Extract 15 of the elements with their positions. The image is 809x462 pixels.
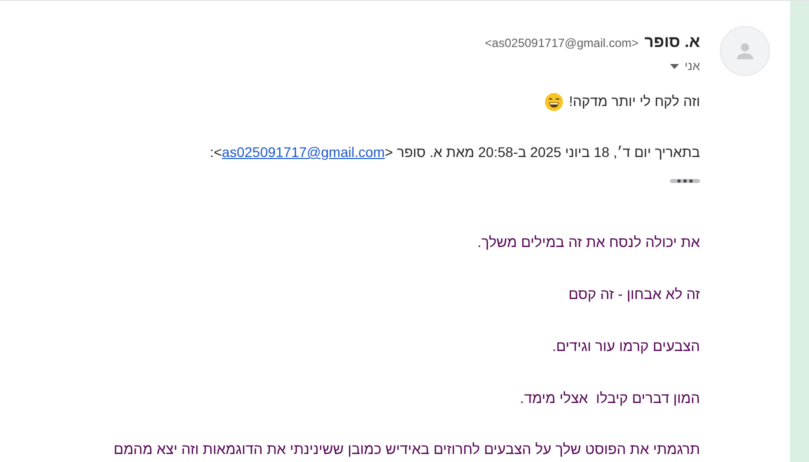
smiley-icon: [545, 92, 564, 110]
email-link[interactable]: as025091717@gmail.com: [222, 144, 385, 160]
show-trimmed-button[interactable]: [670, 179, 700, 184]
quoted-paragraph: זה לא אבחון - זה קסם: [567, 286, 700, 305]
ellipsis-icon: [677, 179, 693, 184]
quoted-paragraph: המון דברים קיבלו אצלי מימד.: [519, 390, 700, 408]
sender-email: <as025091717@gmail.com>: [484, 35, 639, 52]
quoted-paragraph: את יכולה לנסח את זה במילים משלך.: [476, 234, 700, 254]
quoted-paragraph: תרגמתי את הפוסט שלך על הצבעים לחרוזים באידיש כמובן ששינינתי את הדוגמאות וזה יצא מהמם: [114, 441, 700, 460]
sender-name: א. סופר: [644, 33, 700, 53]
person-icon: [734, 40, 756, 62]
recipient-dropdown[interactable]: אני: [670, 57, 700, 75]
caret-icon: [670, 64, 679, 68]
quoted-paragraph: הצבעים קרמו עור וגידים.: [551, 338, 700, 357]
reply-text: וזה לקח לי יותר מדקה!: [569, 92, 700, 111]
